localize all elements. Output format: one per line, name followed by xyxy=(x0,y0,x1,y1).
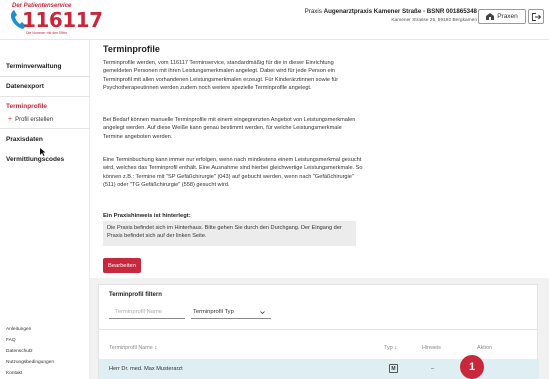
booking-paragraph: Eine Terminbuchung kann immer nur erfolg… xyxy=(103,157,363,189)
sidebar-item-datenexport[interactable]: Datenexport xyxy=(6,83,44,90)
practice-hint-label: Ein Praxishinweis ist hinterlegt: xyxy=(103,213,191,219)
sidebar-item-profil-erstellen[interactable]: + Profil erstellen xyxy=(8,116,53,123)
footer-link-anleitungen[interactable]: Anleitungen xyxy=(6,327,31,332)
profile-type-select[interactable]: Terminprofil Typ xyxy=(191,306,271,319)
column-header-type[interactable]: Typ ↕ xyxy=(384,345,397,351)
filter-panel: Terminprofil filtern Terminprofil Typ xyxy=(90,278,549,338)
logout-icon xyxy=(531,12,541,21)
logo-number: 116117 xyxy=(22,8,103,32)
row-profile-name: Herr Dr. med. Max Musterarzt xyxy=(109,366,183,372)
filter-title: Terminprofil filtern xyxy=(109,292,162,298)
profile-type-label: Terminprofil Typ xyxy=(193,309,234,315)
practice-name: Praxis Augenarztpraxis Kamener Straße - … xyxy=(305,8,477,15)
sidebar-item-terminprofile[interactable]: Terminprofile xyxy=(6,103,47,110)
intro-paragraph: Terminprofile werden, vom 116117 Termins… xyxy=(103,60,339,92)
sidebar-item-praxisdaten[interactable]: Praxisdaten xyxy=(6,136,43,143)
divider xyxy=(0,96,90,97)
practice-name-text: Augenarztpraxis Kamener Straße - BSNR 00… xyxy=(323,8,477,15)
footer-link-kontakt[interactable]: Kontakt xyxy=(6,371,22,376)
filter-card: Terminprofil filtern Terminprofil Typ xyxy=(98,284,538,330)
praxen-button[interactable]: Praxen xyxy=(478,9,526,24)
logo-116117[interactable]: Der Patientenservice 116117 Die Nummer m… xyxy=(4,3,103,37)
logo-tagline: Die Nummer mit den Elfen xyxy=(26,31,68,35)
logout-button[interactable] xyxy=(528,9,544,24)
sidebar-sub-label: Profil erstellen xyxy=(15,116,54,123)
chevron-down-icon xyxy=(260,310,265,314)
type-badge: M xyxy=(389,364,398,373)
top-header: Der Patientenservice 116117 Die Nummer m… xyxy=(0,0,549,40)
column-header-hint: Hinweis xyxy=(422,345,441,351)
profile-name-filter-input[interactable] xyxy=(109,306,185,319)
sidebar-item-terminverwaltung[interactable]: Terminverwaltung xyxy=(6,63,62,70)
footer-link-faq[interactable]: FAQ xyxy=(6,338,16,343)
column-header-action: Aktion xyxy=(477,345,492,351)
step-marker-badge: 1 xyxy=(460,355,484,379)
footer-link-nutzungsbedingungen[interactable]: Nutzungsbedingungen xyxy=(6,360,54,365)
divider xyxy=(0,128,90,129)
mouse-cursor-icon xyxy=(40,148,46,156)
building-icon xyxy=(486,13,495,20)
sidebar: Terminverwaltung Datenexport Terminprofi… xyxy=(0,40,90,379)
main-content: Terminprofile Terminprofile werden, vom … xyxy=(90,40,549,379)
practice-address: Kamener Strasse 25, 59192 Bergkamen xyxy=(391,18,477,23)
divider xyxy=(0,76,90,77)
footer-link-datenschutz[interactable]: Datenschutz xyxy=(6,349,33,354)
column-header-name[interactable]: Terminprofil Name ↕ xyxy=(109,345,157,351)
praxen-label: Praxen xyxy=(497,13,518,20)
edit-button[interactable]: Bearbeiten xyxy=(103,258,141,273)
practice-hint-box: Die Praxis befindet sich im Hinterhaus. … xyxy=(103,221,356,246)
practice-info: Praxis Augenarztpraxis Kamener Straße - … xyxy=(305,8,477,23)
sidebar-item-vermittlungscodes[interactable]: Vermittlungscodes xyxy=(6,156,64,163)
row-hint: – xyxy=(431,366,435,372)
plus-icon: + xyxy=(8,116,13,123)
page-title: Terminprofile xyxy=(103,44,160,54)
practice-prefix: Praxis xyxy=(304,8,322,15)
manual-profiles-paragraph: Bei Bedarf können manuelle Terminprofile… xyxy=(103,117,356,140)
